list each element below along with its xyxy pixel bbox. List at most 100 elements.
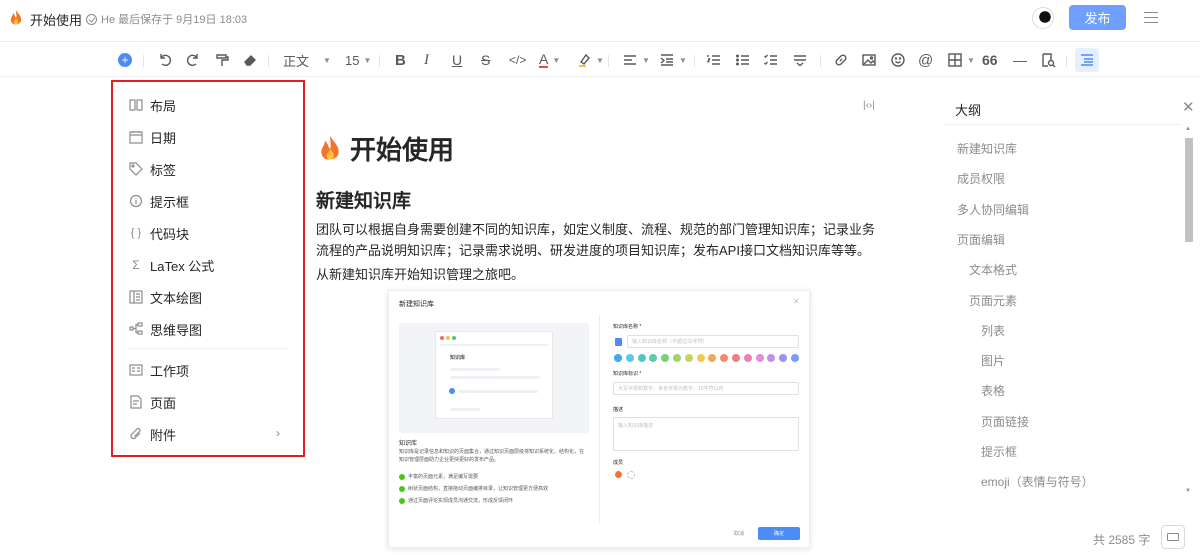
divider-icon[interactable]: — bbox=[1013, 51, 1027, 69]
inline-code-icon[interactable]: </> bbox=[509, 51, 526, 69]
code-braces-icon: { } bbox=[130, 227, 142, 239]
members-label: 成员 bbox=[613, 460, 624, 466]
font-color-icon[interactable]: A ▼ bbox=[539, 51, 560, 69]
highlight-icon[interactable]: ▼ bbox=[576, 51, 604, 69]
paragraph-2[interactable]: 从新建知识库开始知识管理之旅吧。 bbox=[316, 264, 524, 283]
expand-width-icon[interactable]: |‹›| bbox=[863, 100, 875, 111]
page-title: 开始使用 bbox=[316, 130, 454, 167]
menu-item-callout[interactable]: 提示框 bbox=[129, 191, 189, 211]
dialog-divider bbox=[599, 315, 600, 523]
embedded-dialog-image: 新建知识库 ✕ 知识库 知识库 知识库是记录信息和知识的页面集合，通过知识页面层… bbox=[388, 290, 810, 548]
collapse-block-icon[interactable] bbox=[792, 51, 808, 69]
menu-item-page[interactable]: 页面 bbox=[129, 392, 176, 412]
color-swatch bbox=[743, 354, 752, 362]
task-list-icon[interactable] bbox=[763, 51, 779, 69]
info-icon bbox=[129, 194, 143, 208]
id-label: 知识库标识 * bbox=[613, 371, 642, 377]
word-count: 共 2585 字 bbox=[1093, 533, 1151, 547]
indent-icon[interactable]: ▼ bbox=[659, 51, 687, 69]
close-icon: ✕ bbox=[793, 297, 800, 306]
color-swatch bbox=[732, 354, 740, 362]
color-swatch bbox=[791, 354, 799, 362]
outline-item[interactable]: 页面元素 bbox=[969, 292, 1017, 309]
bullet-list-icon[interactable] bbox=[735, 51, 751, 69]
layout-icon bbox=[129, 98, 143, 112]
list-menu-icon[interactable] bbox=[1144, 12, 1158, 23]
outline-item[interactable]: 图片 bbox=[981, 352, 1005, 369]
search-doc-icon[interactable] bbox=[1040, 51, 1056, 69]
scroll-down-icon[interactable]: ▼ bbox=[1185, 488, 1191, 494]
font-style-select[interactable]: 正文 ▼ bbox=[283, 51, 331, 69]
menu-item-workitem[interactable]: 工作项 bbox=[129, 360, 189, 380]
dialog-preview-card: 知识库 bbox=[435, 331, 553, 419]
paperclip-icon bbox=[129, 427, 143, 441]
menu-item-layout[interactable]: 布局 bbox=[129, 95, 176, 115]
paragraph[interactable]: 团队可以根据自身需要创建不同的知识库，如定义制度、流程、规范的部门管理知识库；记… bbox=[316, 219, 886, 261]
publish-button[interactable]: 发布 bbox=[1069, 5, 1126, 30]
id-input: 大写字母和数字，未也字母为数字，10字符以内 bbox=[613, 382, 799, 395]
menu-item-text-drawing[interactable]: 文本绘图 bbox=[129, 287, 202, 307]
insert-plus-button[interactable]: + bbox=[118, 53, 132, 67]
emoji-icon[interactable] bbox=[890, 51, 906, 69]
text-drawing-icon bbox=[129, 290, 143, 304]
outline-item[interactable]: 文本格式 bbox=[969, 261, 1017, 278]
outline-divider bbox=[945, 124, 1182, 125]
menu-item-attachment[interactable]: 附件 bbox=[129, 424, 176, 444]
fire-icon bbox=[321, 135, 339, 160]
link-icon[interactable] bbox=[833, 51, 849, 69]
page-title-text[interactable]: 开始使用 bbox=[350, 130, 454, 167]
menu-item-mindmap[interactable]: 思维导图 bbox=[129, 319, 202, 339]
image-icon[interactable] bbox=[861, 51, 877, 69]
outline-item[interactable]: emoji（表情与符号） bbox=[981, 473, 1094, 490]
workitem-icon bbox=[129, 363, 143, 377]
keyboard-icon[interactable] bbox=[1161, 525, 1185, 549]
outline-item[interactable]: 提示框 bbox=[981, 443, 1017, 460]
sigma-icon: Σ bbox=[132, 258, 140, 272]
fire-icon bbox=[10, 10, 22, 25]
outline-item[interactable]: 页面编辑 bbox=[957, 231, 1005, 248]
document-title[interactable]: 开始使用 bbox=[30, 10, 82, 29]
color-swatch bbox=[673, 354, 681, 362]
font-size-select[interactable]: 15 ▼ bbox=[345, 51, 371, 69]
avatar[interactable] bbox=[1032, 7, 1054, 29]
mention-icon[interactable]: @ bbox=[918, 51, 933, 69]
bold-icon[interactable]: B bbox=[395, 51, 406, 69]
scrollbar-thumb[interactable] bbox=[1185, 138, 1193, 242]
calendar-icon bbox=[129, 130, 143, 144]
chevron-right-icon[interactable]: › bbox=[276, 426, 280, 440]
menu-item-tag[interactable]: 标签 bbox=[129, 159, 176, 179]
dialog-bullet: 树状页面结构，直接拖动页面编排目录，让知识管理更方便高效 bbox=[399, 485, 548, 492]
redo-icon[interactable] bbox=[185, 51, 201, 69]
color-swatch bbox=[637, 354, 646, 362]
align-icon[interactable]: ▼ bbox=[622, 51, 650, 69]
outline-item[interactable]: 新建知识库 bbox=[957, 140, 1017, 157]
save-status: He 最后保存于 9月19日 18:03 bbox=[86, 11, 247, 27]
strikethrough-icon[interactable]: S bbox=[481, 51, 490, 69]
close-icon[interactable]: ✕ bbox=[1182, 98, 1195, 116]
outline-item[interactable]: 多人协同编辑 bbox=[957, 201, 1029, 218]
ordered-list-icon[interactable] bbox=[706, 51, 722, 69]
color-swatch bbox=[625, 354, 634, 362]
section-heading[interactable]: 新建知识库 bbox=[316, 186, 411, 213]
menu-item-latex[interactable]: Σ LaTex 公式 bbox=[129, 255, 214, 275]
table-icon[interactable]: ▼ bbox=[947, 51, 975, 69]
outline-item[interactable]: 成员权限 bbox=[957, 170, 1005, 187]
outline-item[interactable]: 表格 bbox=[981, 382, 1005, 399]
outline-item[interactable]: 列表 bbox=[981, 322, 1005, 339]
underline-icon[interactable]: U bbox=[452, 51, 462, 69]
outline-item[interactable]: 页面链接 bbox=[981, 413, 1029, 430]
menu-item-date[interactable]: 日期 bbox=[129, 127, 176, 147]
member-avatar bbox=[615, 471, 622, 478]
format-painter-icon[interactable] bbox=[214, 51, 230, 69]
dialog-bullet: 丰富的页面元素，满足编写需要 bbox=[399, 473, 478, 480]
quote-icon[interactable]: 66 bbox=[982, 51, 998, 69]
color-swatch bbox=[614, 354, 622, 362]
scroll-up-icon[interactable]: ▲ bbox=[1185, 126, 1191, 132]
undo-icon[interactable] bbox=[157, 51, 173, 69]
color-swatch bbox=[696, 354, 705, 362]
menu-item-code-block[interactable]: { } 代码块 bbox=[129, 223, 189, 243]
mindmap-icon bbox=[129, 322, 143, 336]
italic-icon[interactable]: I bbox=[424, 51, 429, 69]
eraser-icon[interactable] bbox=[242, 51, 258, 69]
outline-toggle-icon[interactable] bbox=[1075, 48, 1099, 72]
